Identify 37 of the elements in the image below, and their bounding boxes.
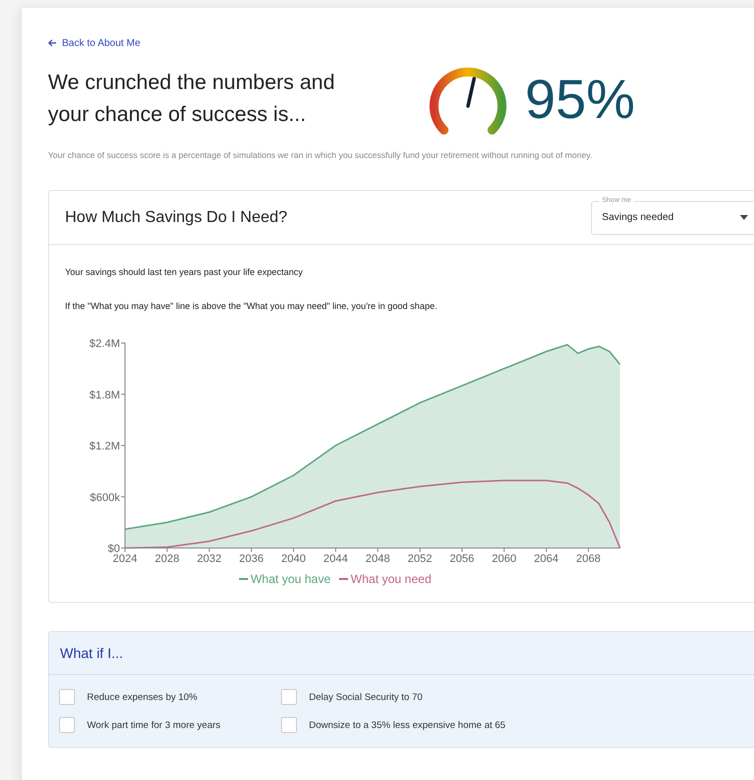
checkbox-label: Downsize to a 35% less expensive home at 65 xyxy=(309,720,506,730)
x-tick-label: 2024 xyxy=(112,553,138,565)
back-link[interactable]: Back to About Me xyxy=(48,38,140,48)
checkbox-label: Reduce expenses by 10% xyxy=(87,692,198,702)
score-note: Your chance of success score is a percentage of simulations we ran in which you successfully fund your retirement without running out of money. xyxy=(48,150,594,160)
arrow-left-icon xyxy=(48,39,57,47)
y-tick-label: $1.8M xyxy=(89,389,120,402)
x-tick-label: 2036 xyxy=(239,553,264,565)
y-tick-label: $2.4M xyxy=(89,338,120,350)
chart-note: If the "What you may have" line is above the "What you may need" line, you're in good shape. xyxy=(65,301,438,311)
x-tick-label: 2048 xyxy=(366,553,390,565)
card-title: How Much Savings Do I Need? xyxy=(65,208,288,226)
y-tick-label: $600k xyxy=(90,492,120,504)
x-tick-label: 2040 xyxy=(281,553,306,565)
x-tick-label: 2068 xyxy=(576,553,601,565)
checkbox[interactable] xyxy=(281,689,297,705)
what-if-title: What if I... xyxy=(60,645,124,661)
x-tick-label: 2044 xyxy=(323,553,348,565)
checkbox[interactable] xyxy=(281,717,297,733)
checkbox-label: Delay Social Security to 70 xyxy=(309,692,423,702)
x-tick-label: 2060 xyxy=(492,553,516,565)
x-tick-label: 2052 xyxy=(408,553,432,565)
x-tick-label: 2028 xyxy=(154,553,180,565)
x-tick-label: 2064 xyxy=(534,553,559,565)
chart-note: Your savings should last ten years past your life expectancy xyxy=(65,267,304,277)
y-tick-label: $0 xyxy=(108,543,120,555)
legend-label: What you have xyxy=(250,572,331,586)
checkbox[interactable] xyxy=(59,689,75,705)
x-tick-label: 2032 xyxy=(197,553,222,565)
caret-icon xyxy=(740,215,748,220)
headline: We crunched the numbers and your chance of success is... xyxy=(48,70,336,128)
checkbox-label: Work part time for 3 more years xyxy=(87,720,220,730)
success-score: 95% xyxy=(525,67,636,131)
y-tick-label: $1.2M xyxy=(89,440,120,452)
legend-label: What you need xyxy=(350,572,432,586)
x-tick-label: 2056 xyxy=(450,553,474,565)
checkbox[interactable] xyxy=(59,717,75,733)
